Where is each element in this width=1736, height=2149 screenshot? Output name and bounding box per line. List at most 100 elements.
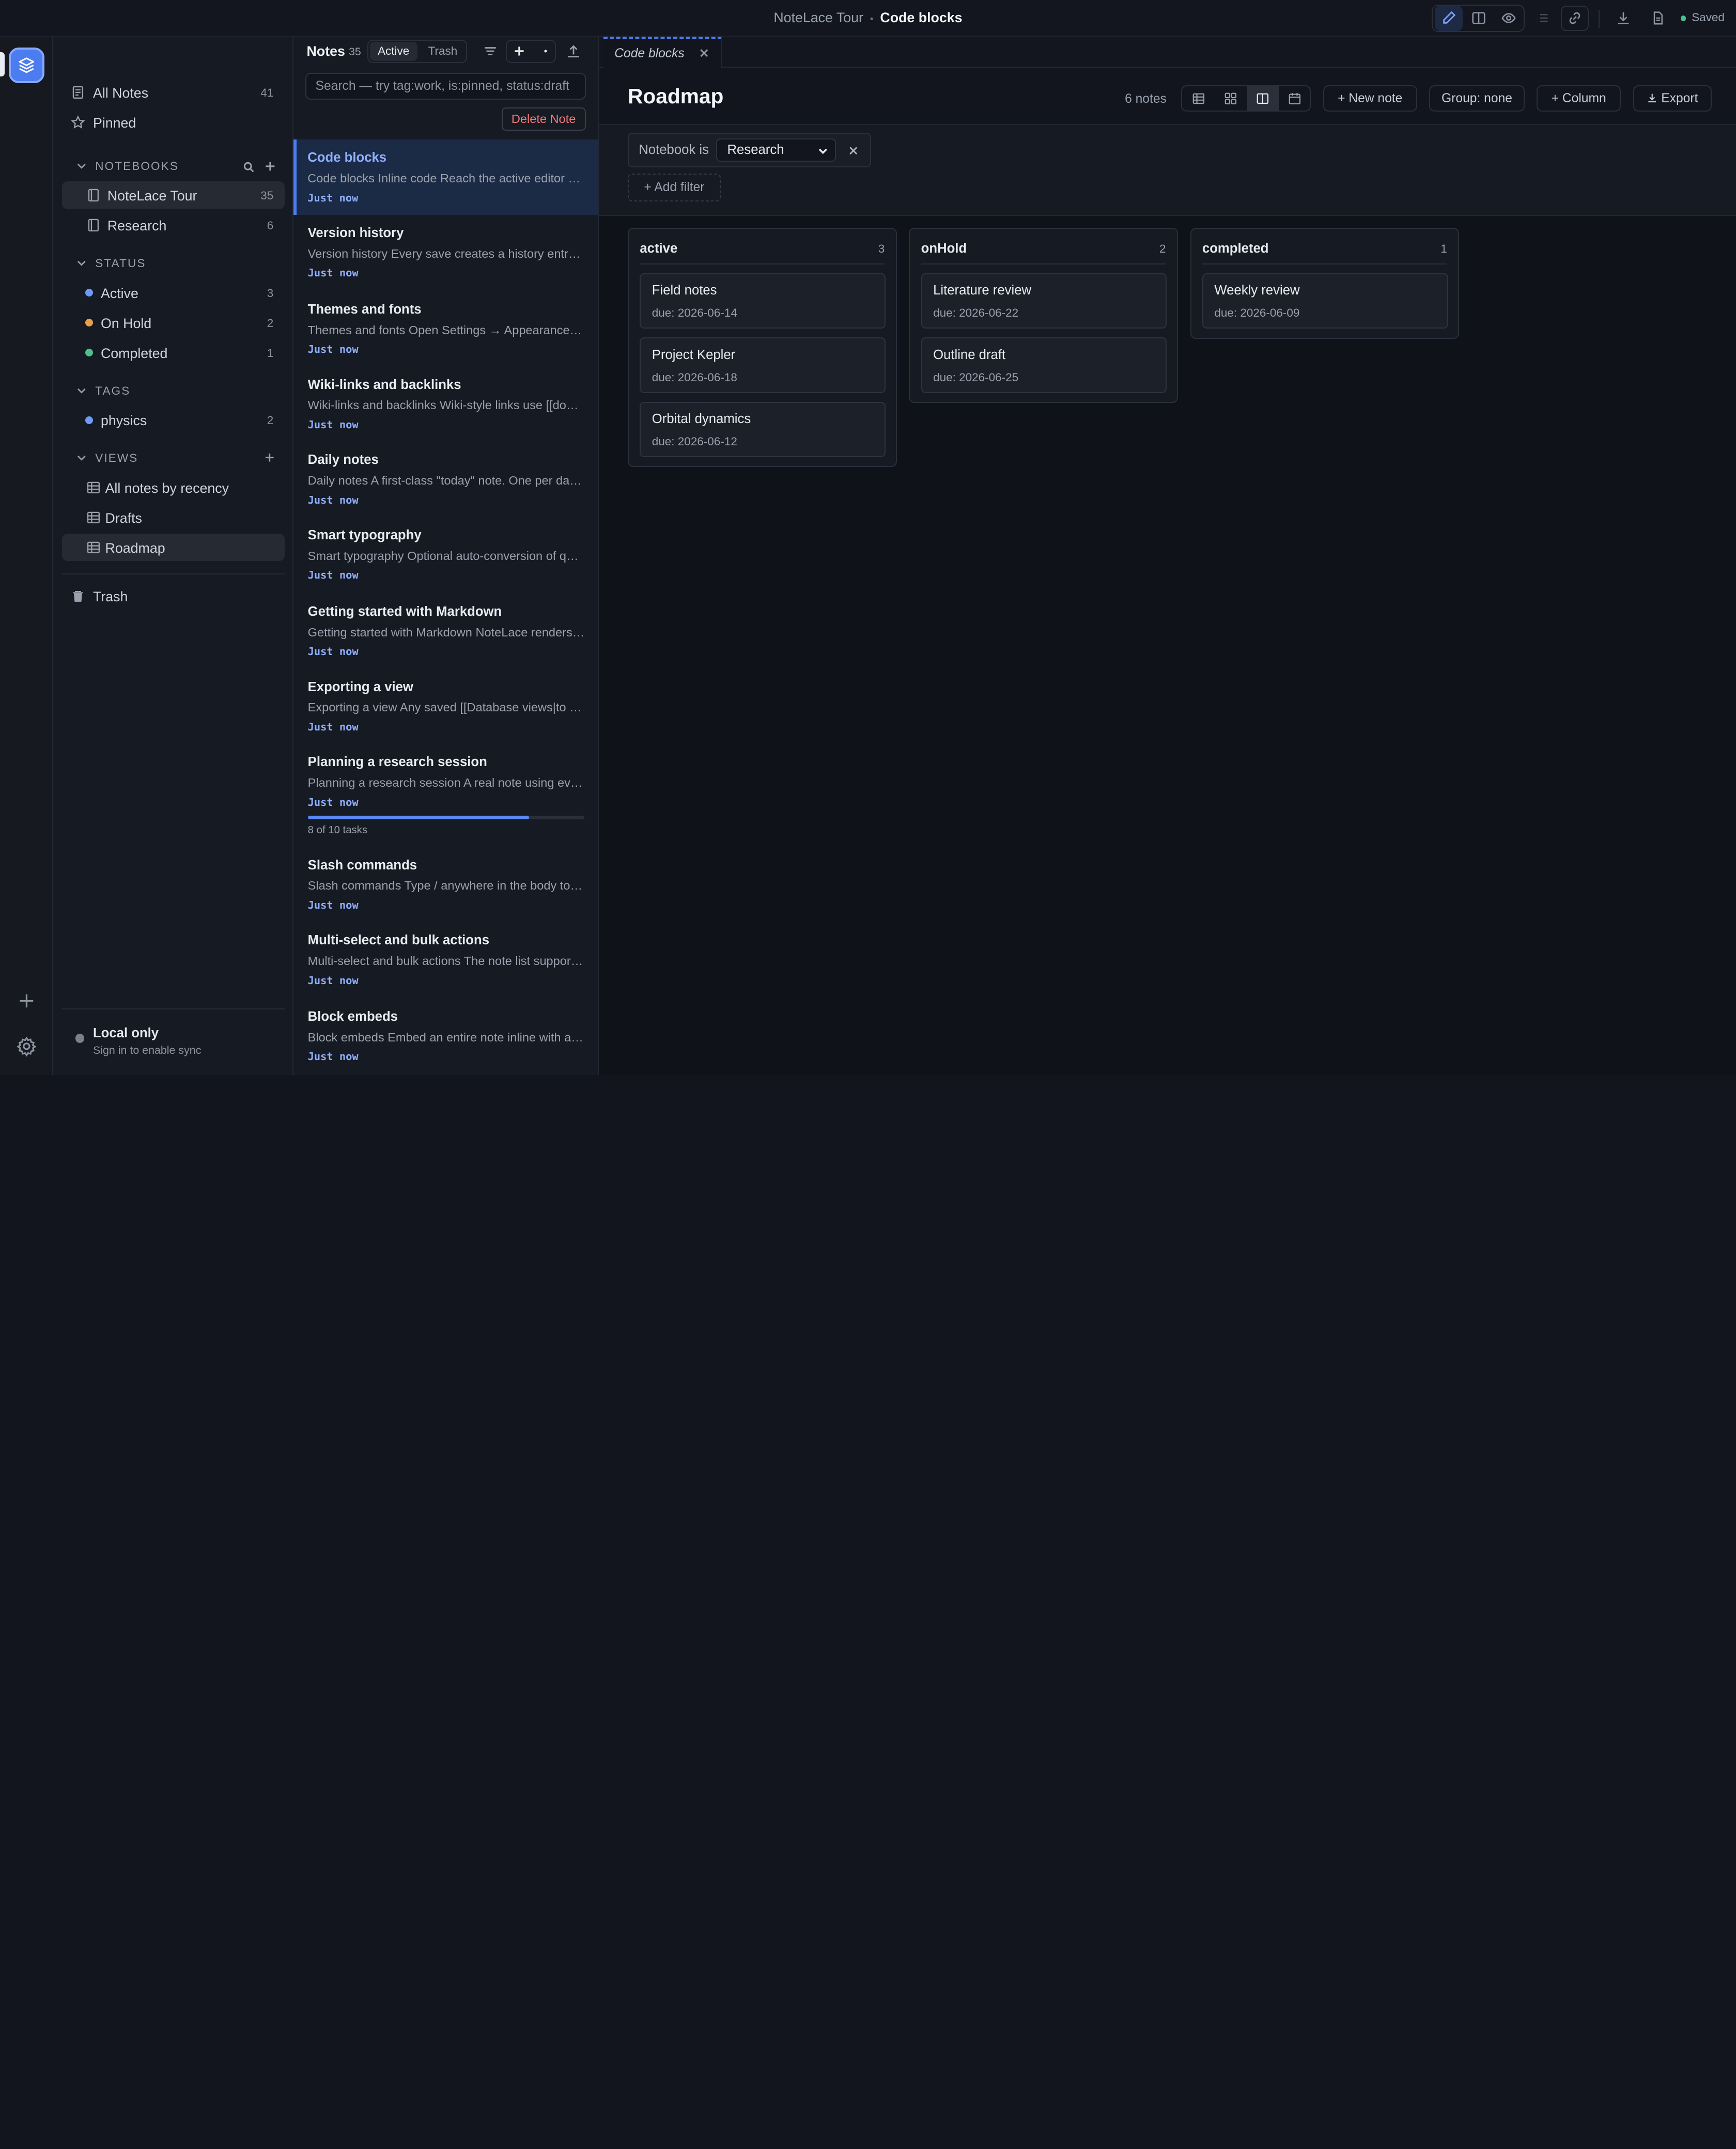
board-card[interactable]: Outline draft due: 2026-06-25 [921,337,1167,393]
note-title: Version history [307,226,404,241]
board-view-button[interactable] [1246,86,1279,111]
close-icon[interactable] [699,48,709,58]
add-filter-button[interactable]: + Add filter [627,174,721,201]
segment-trash[interactable]: Trash [420,42,466,60]
note-list-item[interactable]: Exporting a view Exporting a view Any sav… [293,668,598,744]
sidebar-item-notebook-research[interactable]: Research 6 [62,211,285,239]
note-list-item[interactable]: Block embeds Block embeds Embed an entire… [293,999,598,1074]
sidebar-item-label: Roadmap [105,540,165,556]
gallery-view-button[interactable] [1215,86,1247,111]
sidebar-item-view-roadmap[interactable]: Roadmap [61,533,285,562]
segment-active[interactable]: Active [369,42,417,61]
delete-note-button[interactable]: Delete Note [501,107,586,131]
note-preview: Multi-select and bulk actions The note l… [307,954,585,968]
tab-bar: Code blocks [599,36,1736,68]
section-title: VIEWS [95,451,138,465]
table-icon [87,511,100,523]
sidebar-item-label: Completed [100,345,168,361]
settings-button[interactable] [16,1035,38,1057]
sidebar-item-count: 2 [267,414,274,427]
export-label: Export [1661,91,1698,105]
board-card[interactable]: Orbital dynamics due: 2026-06-12 [640,401,886,457]
sidebar-item-view-drafts[interactable]: Drafts [62,504,285,532]
document-button[interactable] [1644,6,1672,31]
filter-value: Research [727,143,784,158]
note-list-item[interactable]: Wiki-links and backlinks Wiki-links and b… [293,366,598,442]
board-card[interactable]: Field notes due: 2026-06-14 [640,273,886,329]
board-card[interactable]: Project Kepler due: 2026-06-18 [640,337,886,393]
add-notebook-icon[interactable] [264,160,277,173]
view-title: Roadmap [627,84,724,108]
board-card[interactable]: Literature review due: 2026-06-22 [921,273,1167,329]
add-view-icon[interactable] [264,451,276,464]
note-list-item[interactable]: Daily notes Daily notes A first-class "to… [293,442,598,517]
notebook-icon [88,189,99,202]
link-button[interactable] [1561,5,1589,31]
note-list-item[interactable]: Themes and fonts Themes and fonts Open Se… [293,291,598,367]
export-button[interactable]: Export [1633,85,1712,112]
saved-status-dot [1680,15,1686,21]
plus-icon[interactable] [512,43,527,59]
section-title: NOTEBOOKS [95,159,179,173]
sidebar-item-all-notes[interactable]: All Notes 41 [62,79,285,106]
download-button[interactable] [1610,6,1638,31]
chevron-down-icon[interactable] [538,43,553,59]
note-list-item[interactable]: Version history Version history Every sav… [293,215,598,290]
sidebar-divider [61,573,285,575]
sort-icon[interactable] [483,43,498,59]
table-view-button[interactable] [1182,86,1214,111]
add-column-button[interactable]: + Column [1537,85,1621,112]
board-card[interactable]: Weekly review due: 2026-06-09 [1202,273,1448,329]
tab-code-blocks[interactable]: Code blocks [603,36,722,68]
sidebar-item-trash[interactable]: Trash [62,582,285,610]
download-icon [1648,94,1656,102]
add-workspace-button[interactable] [16,990,38,1012]
note-title: Block embeds [307,1009,398,1024]
note-date: Just now [307,418,359,431]
new-note-button[interactable]: + New note [1323,85,1417,112]
sidebar-item-status-active[interactable]: Active 3 [62,279,285,307]
note-list-item[interactable]: Slash commands Slash commands Type / anyw… [293,847,598,922]
preview-mode-button[interactable] [1495,6,1523,31]
note-list-item[interactable]: Multi-select and bulk actions Multi-selec… [293,922,598,998]
note-list-item[interactable]: Planning a research session Planning a re… [293,744,598,819]
trash-icon [73,590,83,602]
sidebar-item-label: All Notes [92,85,149,101]
sidebar-item-notebook-notelace-tour[interactable]: NoteLace Tour 35 [61,181,285,209]
status-dot [85,319,93,327]
outline-button[interactable] [1529,6,1557,31]
sidebar-item-pinned[interactable]: Pinned [62,108,285,136]
note-title: Slash commands [307,858,417,873]
sidebar-item-view-all-notes-by-recency[interactable]: All notes by recency [62,474,285,502]
sidebar-item-label: NoteLace Tour [107,188,197,204]
column-count: 1 [1440,242,1447,256]
tag-dot [85,416,93,424]
link-icon [1569,12,1580,24]
section-title: TAGS [95,384,131,397]
sidebar-item-status-completed[interactable]: Completed 1 [62,339,285,367]
note-list-item[interactable]: Getting started with Markdown Getting sta… [293,594,598,669]
toolbar-divider [1599,10,1600,28]
sidebar-item-tag-physics[interactable]: physics 2 [62,406,285,434]
split-mode-button[interactable] [1465,6,1493,31]
note-list-item[interactable]: Code blocks Code blocks Inline code Reach… [293,139,598,215]
search-icon[interactable] [242,161,256,174]
note-date: Just now [307,267,359,279]
note-preview: Slash commands Type / anywhere in the bo… [307,879,585,893]
note-preview: Exporting a view Any saved [[Database vi… [307,700,585,714]
upload-icon[interactable] [566,43,581,59]
search-input[interactable] [305,73,586,100]
filter-value-select[interactable]: Research [716,138,836,162]
column-count: 2 [1159,242,1166,256]
breadcrumb-notebook[interactable]: NoteLace Tour [773,10,863,25]
group-button[interactable]: Group: none [1429,85,1525,112]
note-title: Planning a research session [307,755,487,770]
sync-status-title: Local only [92,1026,159,1041]
close-icon[interactable] [848,145,859,156]
workspace-button[interactable] [9,48,44,83]
calendar-view-button[interactable] [1279,86,1311,111]
note-date: Just now [307,898,359,911]
note-list-item[interactable]: Smart typography Smart typography Optiona… [293,517,598,593]
edit-mode-button[interactable] [1435,5,1463,31]
sidebar-item-status-on-hold[interactable]: On Hold 2 [62,309,285,337]
